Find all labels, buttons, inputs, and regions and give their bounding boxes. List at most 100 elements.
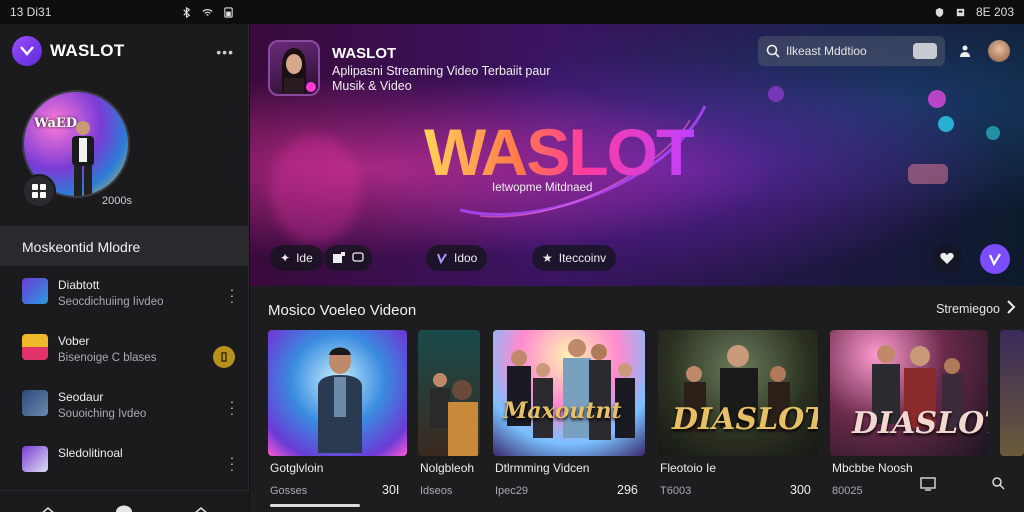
house-icon[interactable]	[189, 502, 213, 512]
sidebar-item-title: Diabtott	[58, 278, 100, 292]
app-badge-icon[interactable]	[22, 174, 56, 208]
chip-label: Iteccoinv	[558, 251, 607, 265]
spark-icon: ✦	[280, 251, 291, 265]
band-figures	[684, 345, 790, 432]
bokeh-light	[938, 116, 954, 132]
scroll-indicator[interactable]	[270, 504, 360, 507]
video-count: 30I	[382, 483, 400, 497]
play-icon	[437, 253, 447, 264]
video-title: Gotglvloin	[270, 461, 324, 475]
hero-tagline: Ietwopme Mitdnaed	[492, 182, 593, 194]
home-icon[interactable]	[36, 502, 60, 512]
thumbnail-overlay-text: DIASLOT	[852, 406, 988, 441]
video-meta: Idseos	[420, 485, 453, 497]
sidebar-item-thumbnail	[22, 278, 48, 304]
video-meta: 80025	[832, 485, 863, 497]
star-icon: ★	[542, 251, 553, 265]
more-vertical-icon[interactable]: · · ·	[229, 450, 235, 476]
menu-dots-icon[interactable]: •••	[216, 44, 234, 60]
chip-box[interactable]	[324, 245, 372, 271]
sidebar-item-subtitle: Seocdichuiing Iivdeo	[58, 296, 164, 308]
search-bar[interactable]: Ilkeast Mddtioo	[758, 36, 945, 66]
status-system-icons	[181, 6, 234, 18]
chip-video[interactable]: Idoo	[426, 245, 488, 271]
sidebar-item[interactable]: Diabtott Seocdichuiing Iivdeo · · ·	[0, 272, 249, 328]
chat-icon[interactable]	[112, 502, 136, 512]
video-title: Fleotoio Ie	[660, 461, 717, 475]
video-title: Dtlrmming Vidcen	[495, 461, 590, 475]
chevron-right-icon[interactable]	[1004, 298, 1018, 316]
brand[interactable]: WASLOT	[12, 36, 125, 66]
bokeh-light	[986, 126, 1000, 140]
sidebar-item[interactable]: Seodaur Souoiching Ivdeo · · ·	[0, 384, 249, 440]
more-vertical-icon[interactable]: · · ·	[229, 394, 235, 420]
shield-icon	[935, 7, 944, 17]
notification-icon	[956, 8, 965, 16]
search-small-icon[interactable]	[988, 474, 1008, 494]
screen-icon[interactable]	[918, 474, 938, 494]
sidebar-list: Diabtott Seocdichuiing Iivdeo · · · Vober …	[0, 272, 249, 496]
battery-icon	[224, 6, 233, 18]
chat-bubble-icon	[352, 252, 364, 262]
sidebar-item[interactable]: Sledolitinoal · · ·	[0, 440, 249, 496]
avatar-count: 2000s	[102, 195, 132, 207]
group-figures	[507, 339, 635, 440]
singer-figure	[318, 347, 362, 453]
video-thumbnail[interactable]	[268, 330, 407, 456]
video-thumbnail[interactable]: DIASLOT	[830, 330, 988, 456]
video-meta: Gosses	[270, 485, 308, 497]
video-section: Mosico Voeleo Videon Stremiegoo Gotglvlo…	[250, 286, 1024, 512]
sidebar-section-title: Moskeontid Mlodre	[0, 226, 249, 266]
video-count: 300	[790, 483, 811, 497]
user-switch-icon[interactable]	[954, 40, 976, 62]
thumbnail-overlay-text: Maxoutnt	[503, 398, 622, 424]
sidebar-item-thumbnail	[22, 334, 48, 360]
bokeh-light	[908, 164, 948, 184]
heart-icon	[940, 253, 954, 264]
live-dot-icon	[306, 82, 316, 92]
video-thumbnail[interactable]	[418, 330, 480, 456]
video-thumbnail[interactable]: Maxoutnt	[493, 330, 645, 456]
avatar-person-figure	[72, 121, 94, 196]
video-title: Mbcbbe Noosh	[832, 461, 913, 475]
sidebar-item-title: Sledolitinoal	[58, 446, 123, 460]
sidebar-item-subtitle: Bisenoige C blases	[58, 352, 157, 364]
user-avatar[interactable]	[988, 40, 1010, 62]
status-right: 8E 203	[934, 5, 1014, 19]
sidebar-item-title: Vober	[58, 334, 90, 348]
coin-icon[interactable]	[213, 346, 235, 368]
more-vertical-icon[interactable]: · · ·	[229, 282, 235, 308]
chip-trending[interactable]: ★ Iteccoinv	[532, 245, 617, 271]
sidebar-item-title: Seodaur	[58, 390, 104, 404]
play-button[interactable]	[980, 244, 1010, 274]
status-bar: 13 Di31 8E 203	[0, 0, 1024, 24]
hero-banner: WASLOT Aplipasni Streaming Video Terbaii…	[250, 24, 1024, 286]
video-count: 296	[617, 483, 638, 497]
thumbnail-overlay-text: DIASLOT	[672, 402, 818, 437]
video-thumbnail[interactable]	[1000, 330, 1024, 456]
sidebar-item-thumbnail	[22, 446, 48, 472]
chip-ide[interactable]: ✦ Ide	[270, 245, 323, 271]
video-meta: T6003	[660, 485, 692, 497]
chip-label: Idoo	[454, 251, 478, 265]
box-icon	[333, 252, 345, 263]
sidebar-item-thumbnail	[22, 390, 48, 416]
sidebar-item-subtitle: Souoiching Ivdeo	[58, 408, 147, 420]
video-title: Nolgbleoh	[420, 461, 475, 475]
sidebar-item[interactable]: Vober Bisenoige C blases	[0, 328, 249, 384]
hero-artist-thumbnail[interactable]	[268, 40, 320, 96]
hero-subtitle: Aplipasni Streaming Video Terbaiit paur …	[332, 64, 551, 93]
favorite-button[interactable]	[932, 244, 962, 274]
video-thumbnail[interactable]: DIASLOT	[658, 330, 818, 456]
see-all-link[interactable]: Stremiegoo	[936, 302, 1000, 316]
status-clock: 8E 203	[975, 5, 1014, 19]
bokeh-light	[768, 86, 784, 102]
search-icon	[766, 44, 780, 58]
brand-logo-icon	[12, 36, 42, 66]
bottom-nav	[0, 490, 249, 512]
brand-name: WASLOT	[50, 41, 125, 60]
wifi-icon	[202, 8, 213, 16]
search-input[interactable]: Ilkeast Mddtioo	[786, 44, 907, 58]
sidebar: WASLOT ••• WaED 2000s Moskeontid Mlodre …	[0, 24, 249, 512]
voice-search-icon[interactable]	[913, 43, 937, 59]
